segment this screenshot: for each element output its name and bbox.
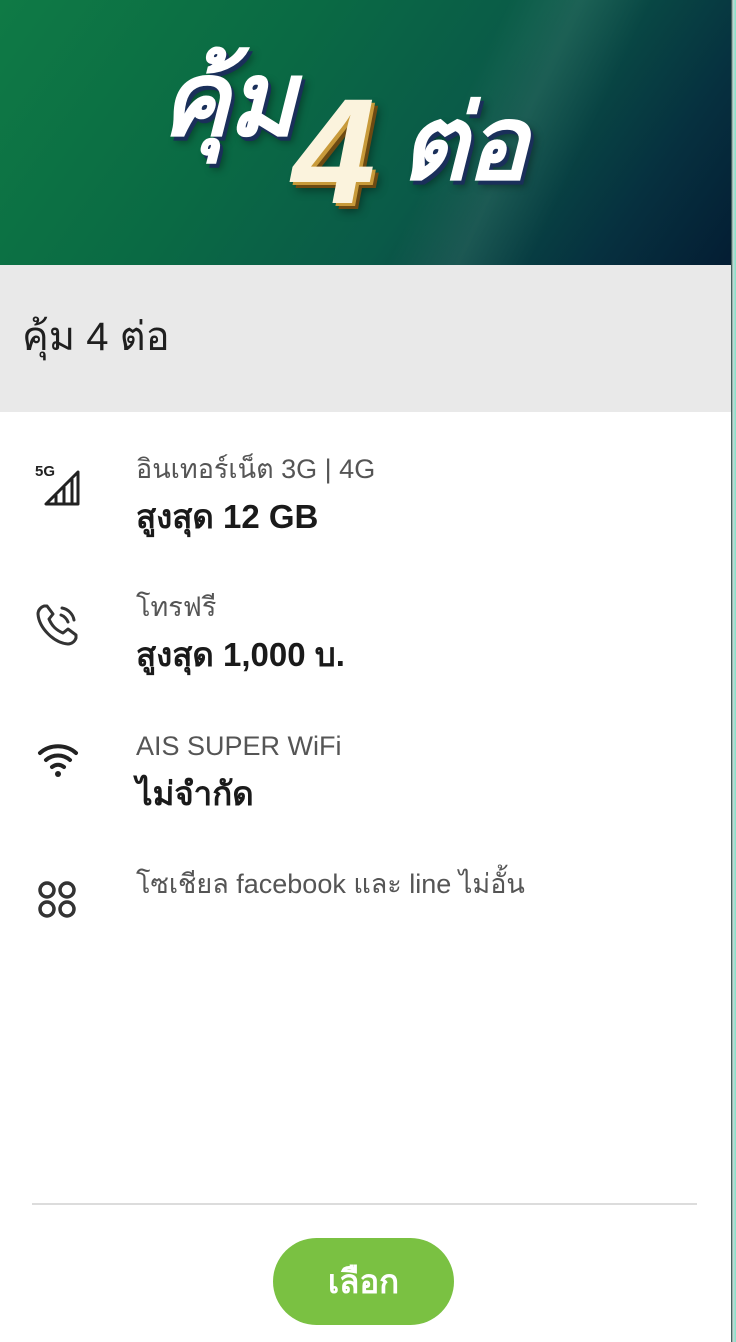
wifi-icon xyxy=(32,733,84,785)
feature-social-label: โซเชียล facebook และ line ไม่อั้น xyxy=(136,869,525,899)
feature-internet-label: อินเทอร์เน็ต 3G | 4G xyxy=(136,454,376,484)
social-apps-icon xyxy=(32,875,84,927)
feature-calls-value: สูงสุด 1,000 บ. xyxy=(136,636,345,673)
card-edge xyxy=(731,0,736,1342)
feature-wifi-value: ไม่จำกัด xyxy=(136,775,254,812)
package-card: คุ้ม 4 ต่อ คุ้ม 4 ต่อ 5G อินเทอร์เน็ต 3G… xyxy=(0,0,731,1342)
banner-text-left: คุ้ม xyxy=(160,42,296,158)
feature-calls-label: โทรฟรี xyxy=(136,592,217,622)
5g-signal-icon: 5G xyxy=(32,458,84,510)
5g-label: 5G xyxy=(35,463,55,480)
banner-number: 4 xyxy=(292,67,376,235)
banner-text-right: ต่อ xyxy=(400,86,528,202)
package-title-bar: คุ้ม 4 ต่อ xyxy=(0,265,731,412)
package-title: คุ้ม 4 ต่อ xyxy=(22,315,170,359)
footer-divider xyxy=(32,1203,697,1205)
package-banner: คุ้ม 4 ต่อ xyxy=(0,0,731,265)
select-button[interactable]: เลือก xyxy=(273,1238,454,1325)
feature-internet-value: สูงสุด 12 GB xyxy=(136,498,319,535)
phone-call-icon xyxy=(32,598,84,650)
feature-wifi-label: AIS SUPER WiFi xyxy=(136,731,342,761)
